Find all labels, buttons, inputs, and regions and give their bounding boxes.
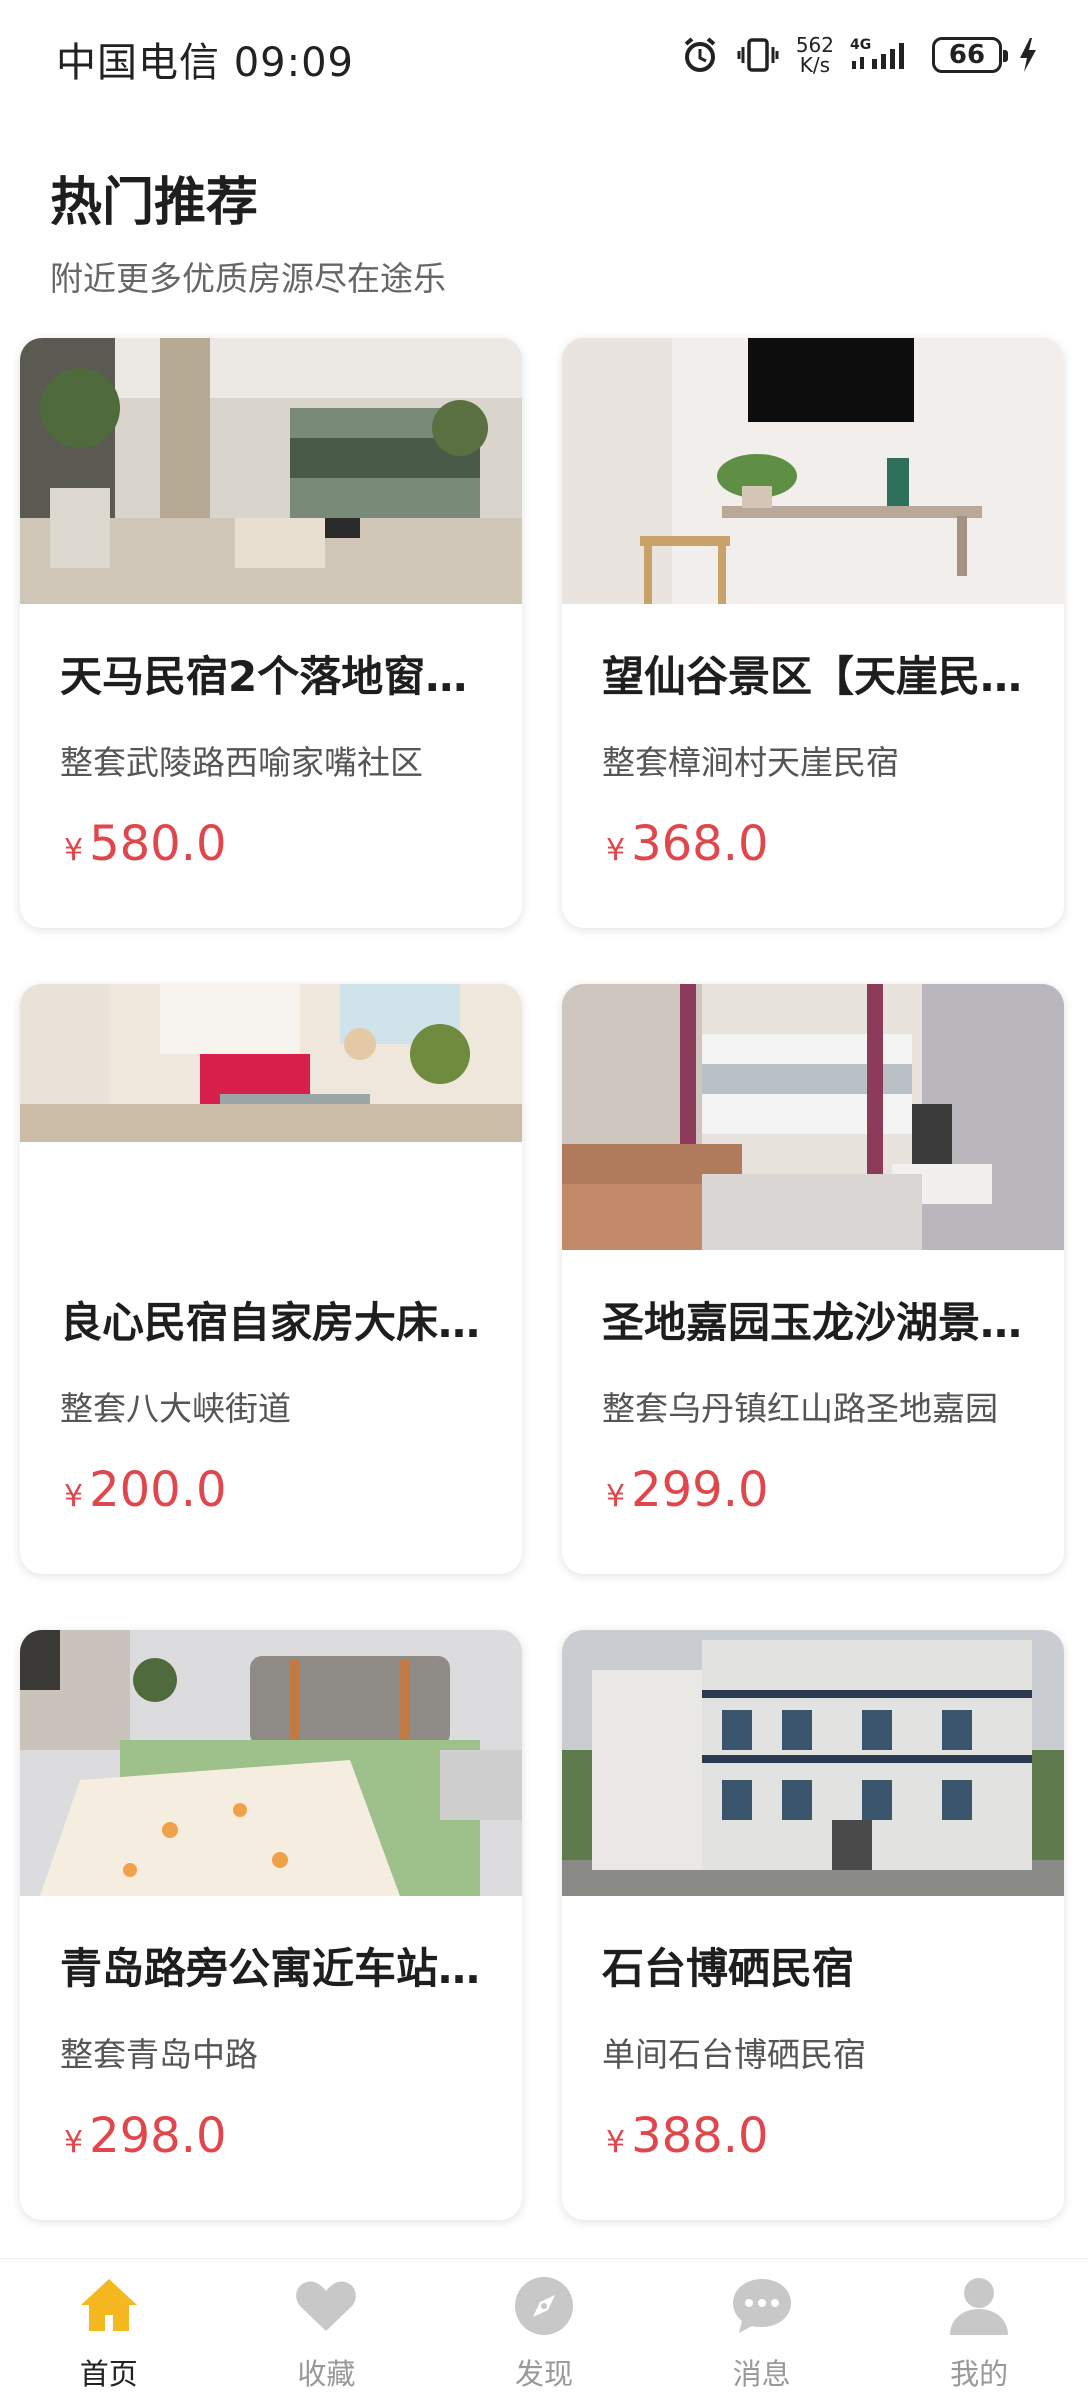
listing-card[interactable]: 圣地嘉园玉龙沙湖景区… 整套乌丹镇红山路圣地嘉园 ¥ 299.0: [562, 984, 1064, 1574]
compass-icon: [511, 2273, 577, 2339]
listing-price: ¥ 299.0: [606, 1462, 769, 1518]
price-amount: 388.0: [631, 2108, 769, 2164]
home-icon: [76, 2273, 142, 2339]
price-amount: 299.0: [631, 1462, 769, 1518]
listing-card[interactable]: 石台博硒民宿 单间石台博硒民宿 ¥ 388.0: [562, 1630, 1064, 2220]
currency-symbol: ¥: [606, 833, 626, 868]
price-amount: 580.0: [89, 816, 227, 872]
nav-label-discover: 发现: [514, 2357, 573, 2391]
signal-icon: 4G: [850, 35, 916, 75]
listing-photo-sofa-room: [20, 984, 522, 1250]
listing-photo-living-room: [20, 338, 522, 604]
currency-symbol: ¥: [64, 833, 84, 868]
currency-symbol: ¥: [64, 2125, 84, 2160]
listing-title: 青岛路旁公寓近车站…: [60, 1944, 481, 1993]
network-speed: 562 K/s: [795, 33, 834, 77]
listing-title: 石台博硒民宿: [602, 1944, 855, 1993]
listing-price: ¥ 298.0: [64, 2108, 227, 2164]
listing-address: 整套武陵路西喻家嘴社区: [60, 743, 423, 782]
page-title: 热门推荐: [50, 173, 259, 233]
nav-item-profile[interactable]: 我的: [870, 2259, 1088, 2401]
alarm-icon: [680, 35, 720, 75]
listing-price: ¥ 580.0: [64, 816, 227, 872]
status-icons: 562 K/s 4G 66: [680, 30, 1038, 80]
listing-address: 整套樟涧村天崖民宿: [602, 743, 899, 782]
page-subtitle: 附近更多优质房源尽在途乐: [50, 259, 446, 298]
heart-icon: [293, 2273, 359, 2339]
listing-photo-building: [562, 1630, 1064, 1896]
listing-card[interactable]: 良心民宿自家房大床房… 整套八大峡街道 ¥ 200.0: [20, 984, 522, 1574]
nav-label-favorites: 收藏: [297, 2357, 356, 2391]
nav-label-home: 首页: [79, 2357, 138, 2391]
listing-address: 整套乌丹镇红山路圣地嘉园: [602, 1389, 998, 1428]
listing-price: ¥ 368.0: [606, 816, 769, 872]
listing-card[interactable]: 青岛路旁公寓近车站… 整套青岛中路 ¥ 298.0: [20, 1630, 522, 2220]
nav-item-discover[interactable]: 发现: [435, 2259, 653, 2401]
nav-item-favorites[interactable]: 收藏: [218, 2259, 436, 2401]
listing-title: 天马民宿2个落地窗，看山景…: [60, 652, 490, 701]
currency-symbol: ¥: [606, 2125, 626, 2160]
vibrate-icon: [736, 35, 780, 75]
price-amount: 200.0: [89, 1462, 227, 1518]
price-amount: 368.0: [631, 816, 769, 872]
price-amount: 298.0: [89, 2108, 227, 2164]
nav-item-messages[interactable]: 消息: [653, 2259, 871, 2401]
user-icon: [946, 2273, 1012, 2339]
listing-title: 良心民宿自家房大床房…: [60, 1298, 490, 1347]
listing-address: 单间石台博硒民宿: [602, 2035, 866, 2074]
bottom-nav: 首页 收藏 发现 消息 我的: [0, 2258, 1088, 2401]
listing-price: ¥ 388.0: [606, 2108, 769, 2164]
listing-card[interactable]: 望仙谷景区【天崖民宿】… 整套樟涧村天崖民宿 ¥ 368.0: [562, 338, 1064, 928]
network-type: 4G: [850, 37, 871, 53]
listing-title: 圣地嘉园玉龙沙湖景区…: [602, 1298, 1032, 1347]
charging-icon: [1018, 36, 1038, 74]
currency-symbol: ¥: [64, 1479, 84, 1514]
listing-card[interactable]: 天马民宿2个落地窗，看山景… 整套武陵路西喻家嘴社区 ¥ 580.0: [20, 338, 522, 928]
currency-symbol: ¥: [606, 1479, 626, 1514]
nav-label-profile: 我的: [950, 2357, 1009, 2391]
listing-photo-tv-wall: [562, 338, 1064, 604]
listing-photo-lounge: [562, 984, 1064, 1250]
battery-indicator: 66: [932, 37, 1008, 73]
carrier-time: 中国电信 09:09: [56, 40, 354, 86]
chat-icon: [729, 2273, 795, 2339]
listing-photo-bedroom: [20, 1630, 522, 1896]
listing-address: 整套青岛中路: [60, 2035, 258, 2074]
nav-label-messages: 消息: [732, 2357, 791, 2391]
listing-title: 望仙谷景区【天崖民宿】…: [602, 652, 1032, 701]
status-bar: 中国电信 09:09 562 K/s 4G 66: [0, 0, 1088, 110]
nav-item-home[interactable]: 首页: [0, 2259, 218, 2401]
listing-address: 整套八大峡街道: [60, 1389, 291, 1428]
listing-grid: 天马民宿2个落地窗，看山景… 整套武陵路西喻家嘴社区 ¥ 580.0 望仙: [20, 338, 1068, 2220]
listing-price: ¥ 200.0: [64, 1462, 227, 1518]
